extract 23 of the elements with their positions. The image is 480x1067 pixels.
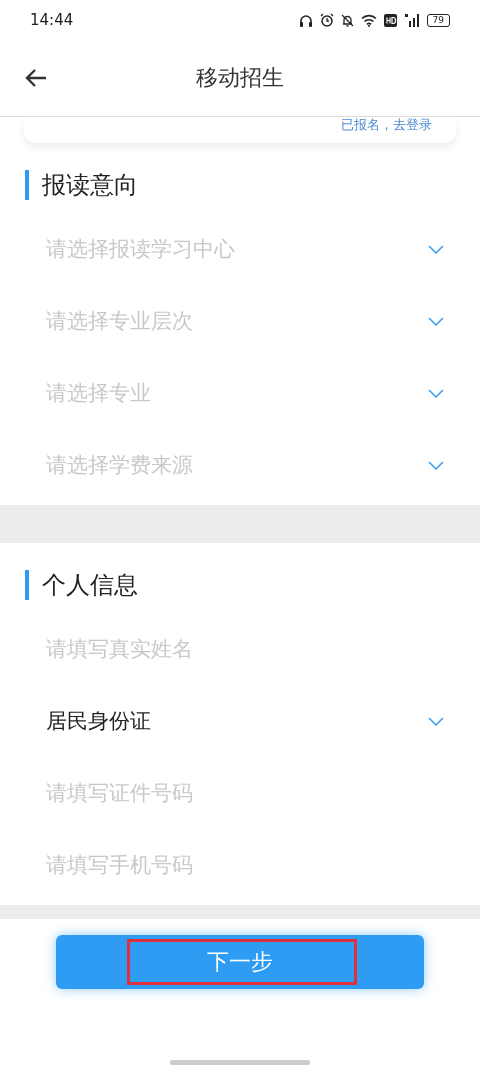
hd-icon <box>383 13 397 27</box>
wifi-icon <box>360 13 377 27</box>
back-button[interactable] <box>24 68 48 88</box>
login-link[interactable]: 已报名，去登录 <box>341 117 432 133</box>
chevron-down-icon <box>428 460 444 470</box>
alarm-icon <box>319 13 334 27</box>
status-time: 14:44 <box>30 11 74 29</box>
page-title: 移动招生 <box>196 64 284 92</box>
section-title: 报读意向 <box>42 170 138 201</box>
back-arrow-icon <box>24 68 48 88</box>
select-field[interactable]: 居民身份证 <box>46 685 444 757</box>
chevron-down-icon <box>428 244 444 254</box>
bell-off-icon <box>340 13 354 27</box>
next-button[interactable]: 下一步 <box>56 935 424 989</box>
headphones-icon <box>298 13 313 27</box>
chevron-down-icon <box>428 716 444 726</box>
chevron-down-icon <box>428 316 444 326</box>
chevron-down-icon <box>428 388 444 398</box>
section-title: 个人信息 <box>42 570 138 601</box>
signal-icon <box>403 13 420 27</box>
section-accent-bar <box>25 570 29 600</box>
battery-indicator: 79 <box>426 13 450 27</box>
section-accent-bar <box>25 170 29 200</box>
